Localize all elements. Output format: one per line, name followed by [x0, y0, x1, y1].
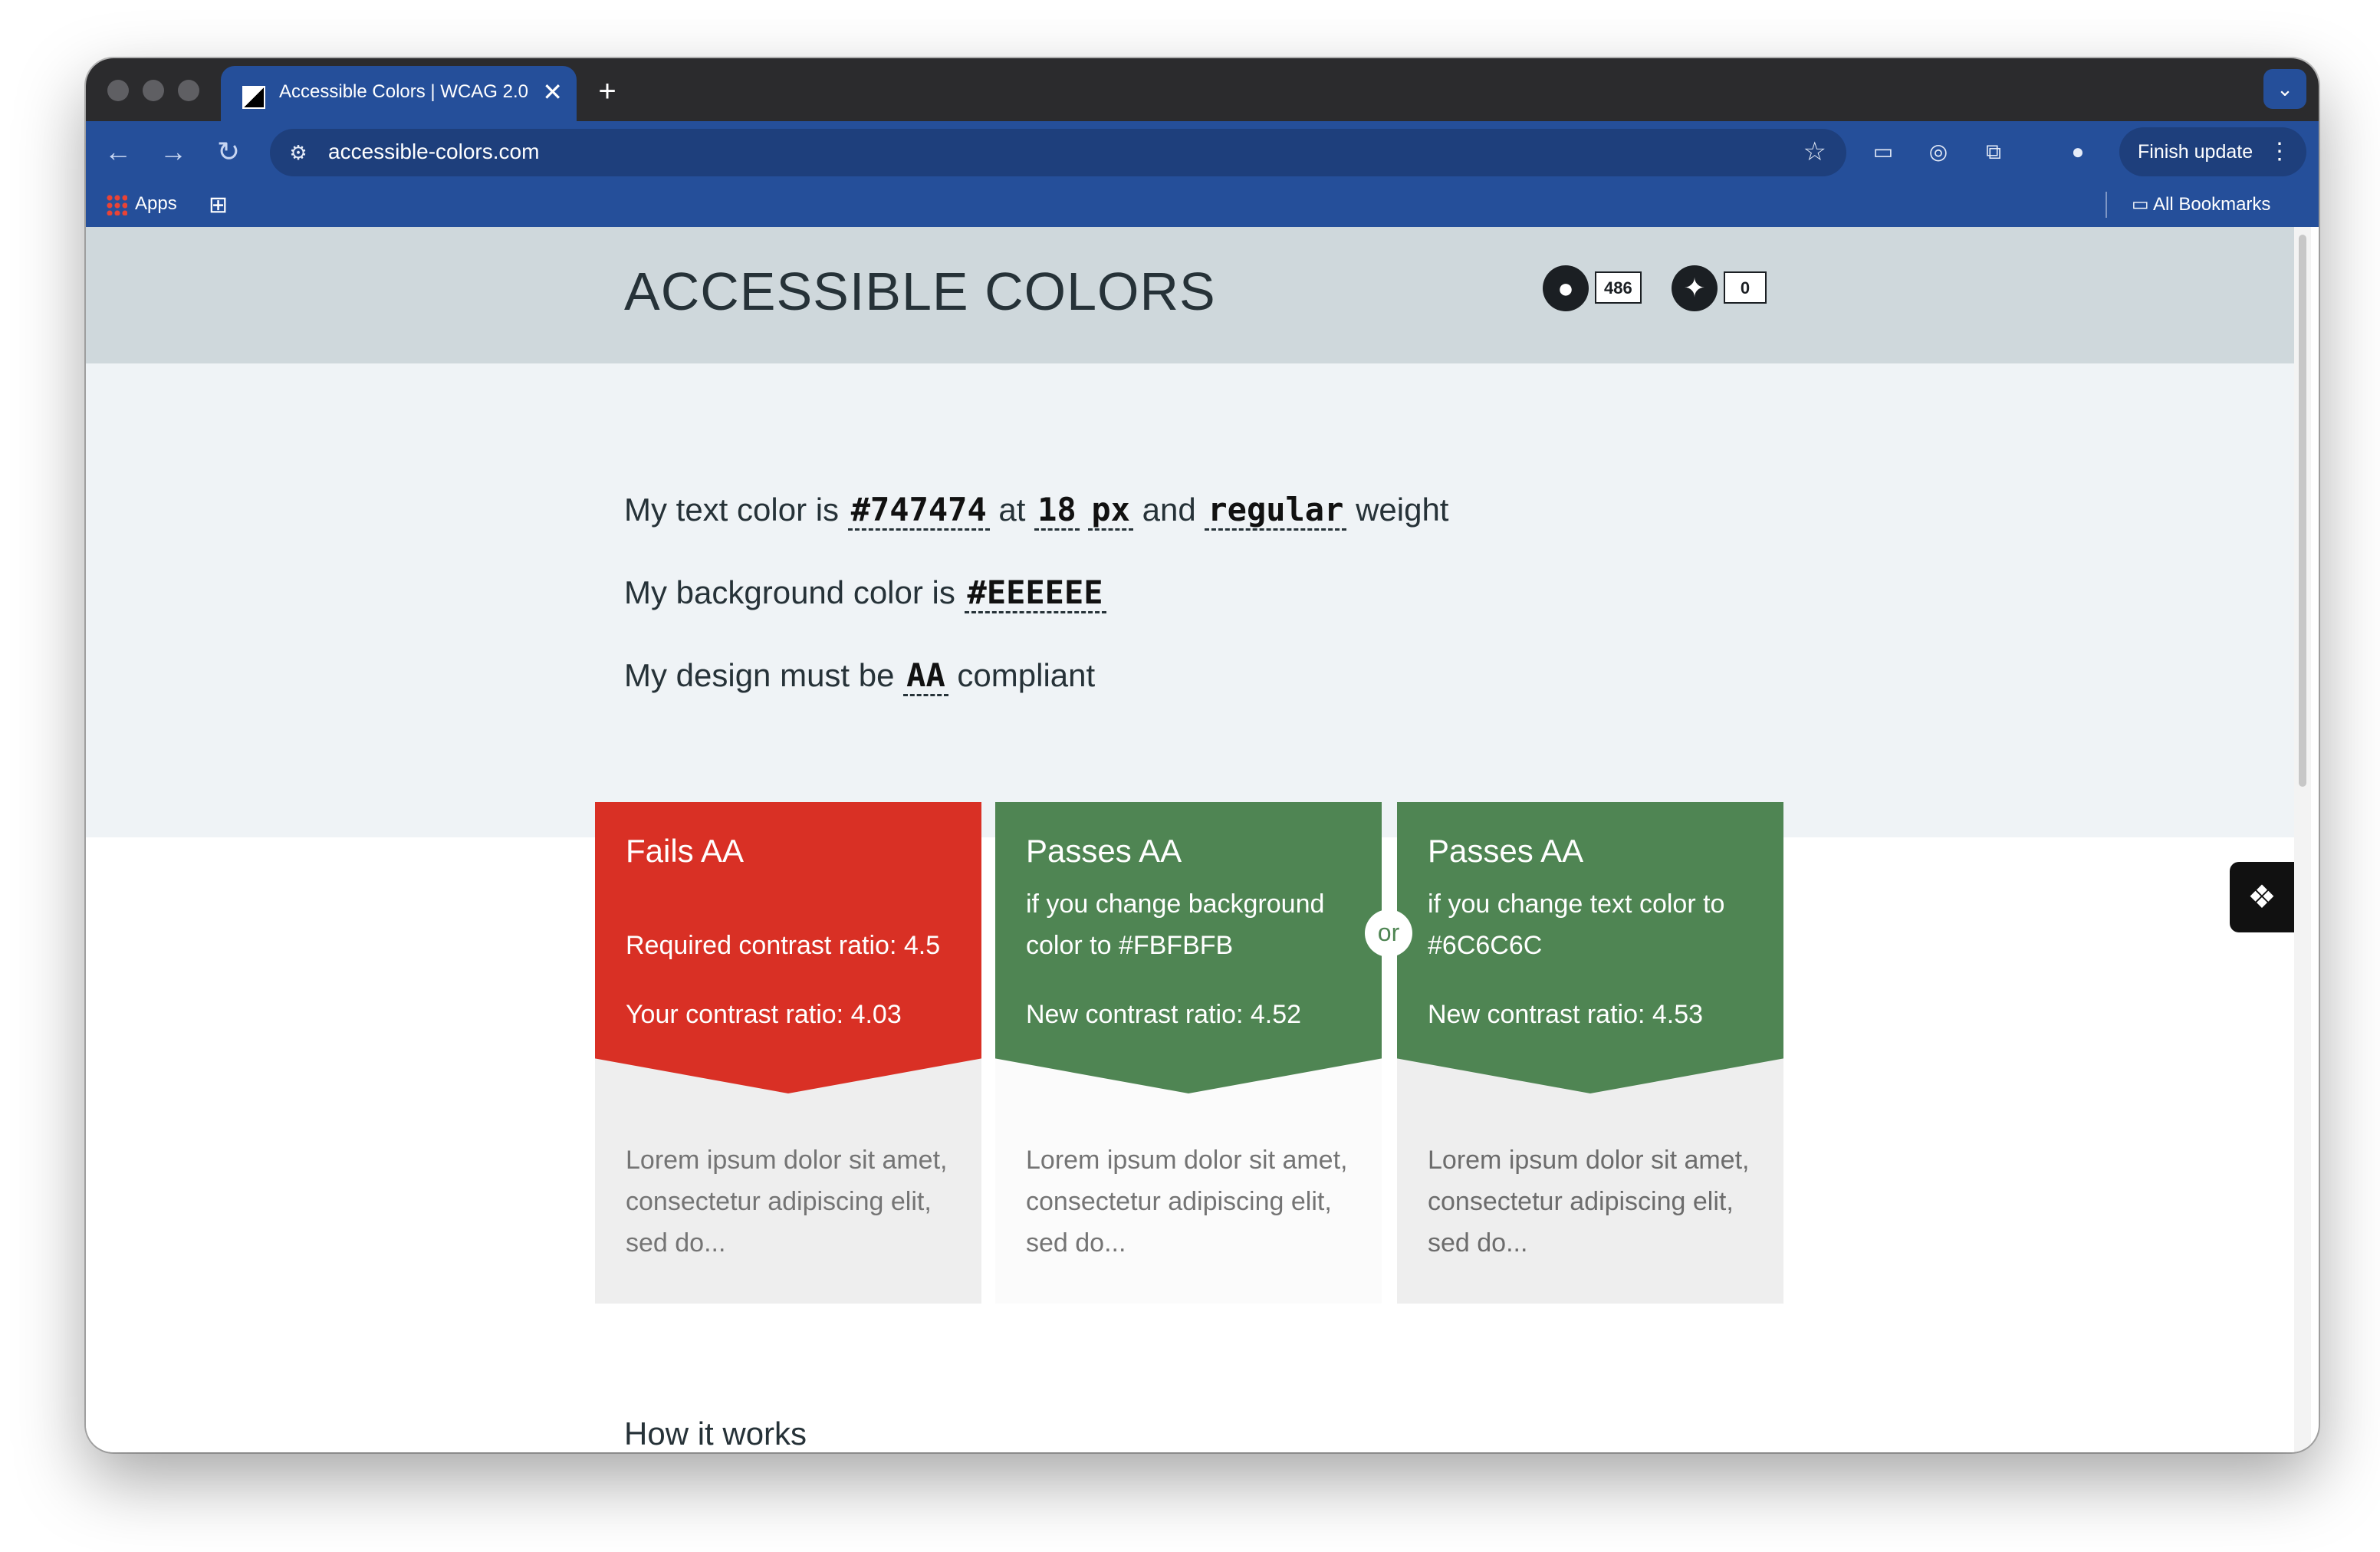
new-ratio: New contrast ratio: 4.52: [1026, 1000, 1302, 1029]
text-color-input[interactable]: #747474: [847, 491, 990, 531]
background-color-sentence: My background color is #EEEEEE: [624, 574, 1106, 613]
font-size-input[interactable]: 18: [1034, 491, 1080, 531]
result-banner: Fails AA Required contrast ratio: 4.5 Yo…: [595, 802, 981, 1093]
apps-grid-icon: [106, 193, 127, 215]
address-bar[interactable]: ⚙ accessible-colors.com ☆: [270, 129, 1846, 176]
your-ratio: Your contrast ratio: 4.03: [626, 1000, 902, 1029]
tab-accessible-colors[interactable]: Accessible Colors | WCAG 2.0 ✕: [221, 66, 577, 121]
close-window-button[interactable]: [107, 80, 129, 101]
back-arrow-icon[interactable]: ←: [100, 133, 136, 170]
result-heading: Fails AA: [626, 833, 745, 869]
tab-groups-icon[interactable]: ⊞: [209, 192, 228, 219]
browser-toolbar: ← → ↻ ⚙ accessible-colors.com ☆ ▭ ◎ ⧉ ● …: [86, 121, 2319, 182]
sentence-text: at: [998, 492, 1026, 528]
floating-widget-icon[interactable]: ❖: [2230, 862, 2294, 932]
result-card-background-fix: Passes AA if you change background color…: [995, 802, 1382, 1304]
sentence-text: compliant: [957, 657, 1096, 693]
suggestion-text: if you change background color to #FBFBF…: [1026, 889, 1325, 960]
extensions-puzzle-icon[interactable]: ⧉: [1980, 138, 2007, 166]
scrollbar-thumb[interactable]: [2299, 235, 2306, 787]
url-text[interactable]: accessible-colors.com: [328, 140, 539, 164]
site-header: ACCESSIBLE COLORS ● 486 ✦ 0: [86, 227, 2294, 363]
preview-text: Lorem ipsum dolor sit amet, consectetur …: [1026, 1146, 1348, 1258]
more-menu-icon[interactable]: ⋮: [2268, 127, 2291, 176]
settings-form: [86, 363, 2294, 837]
site-settings-icon[interactable]: ⚙: [285, 140, 311, 166]
new-ratio: New contrast ratio: 4.53: [1428, 1000, 1704, 1029]
finish-update-button[interactable]: Finish update ⋮: [2119, 127, 2306, 176]
bookmark-apps-label: Apps: [135, 193, 177, 214]
forward-arrow-icon[interactable]: →: [155, 133, 192, 170]
page-title: ACCESSIBLE COLORS: [624, 261, 1216, 321]
github-icon[interactable]: ●: [1543, 265, 1589, 311]
bookmarks-bar: Apps ⊞ ▭ All Bookmarks: [86, 182, 2319, 227]
cast-icon[interactable]: ▭: [1869, 138, 1897, 166]
suggestion-text: if you change text color to #6C6C6C: [1428, 889, 1725, 960]
or-badge: or: [1365, 909, 1412, 957]
new-tab-button[interactable]: +: [589, 74, 626, 110]
preview-text: Lorem ipsum dolor sit amet, consectetur …: [1428, 1146, 1750, 1258]
result-banner: Passes AA if you change text color to #6…: [1397, 802, 1783, 1093]
bookmark-star-icon[interactable]: ☆: [1803, 135, 1826, 169]
preview-text: Lorem ipsum dolor sit amet, consectetur …: [626, 1146, 948, 1258]
browser-window: Accessible Colors | WCAG 2.0 ✕ + ⌄ ← → ↻…: [86, 58, 2319, 1452]
extension-circle-icon[interactable]: ◎: [1925, 138, 1952, 166]
twitter-icon[interactable]: ✦: [1672, 265, 1718, 311]
maximize-window-button[interactable]: [178, 80, 199, 101]
reload-icon[interactable]: ↻: [210, 133, 247, 170]
tab-search-button[interactable]: ⌄: [2263, 69, 2306, 109]
result-banner: Passes AA if you change background color…: [995, 802, 1382, 1093]
twitter-share-count[interactable]: 0: [1724, 271, 1767, 304]
page-scrollbar[interactable]: [2294, 227, 2311, 1452]
compliance-sentence: My design must be AA compliant: [624, 656, 1096, 696]
sentence-text: My text color is: [624, 492, 840, 528]
text-color-sentence: My text color is #747474 at 18 px and re…: [624, 491, 1449, 531]
sentence-text: My design must be: [624, 657, 895, 693]
sentence-text: and: [1142, 492, 1196, 528]
site-favicon-icon: [242, 86, 265, 109]
background-color-input[interactable]: #EEEEEE: [964, 574, 1106, 613]
bookmarks-divider: [2106, 192, 2107, 218]
result-card-fails: Fails AA Required contrast ratio: 4.5 Yo…: [595, 802, 981, 1304]
result-heading: Passes AA: [1428, 833, 1584, 869]
bookmark-apps[interactable]: Apps: [106, 193, 177, 215]
all-bookmarks-button[interactable]: ▭ All Bookmarks: [2132, 193, 2270, 215]
minimize-window-button[interactable]: [143, 80, 164, 101]
profile-avatar-icon[interactable]: ●: [2064, 138, 2092, 166]
page-content: ACCESSIBLE COLORS ● 486 ✦ 0 My text colo…: [86, 227, 2294, 1452]
results-cards: Fails AA Required contrast ratio: 4.5 Yo…: [595, 802, 1783, 1304]
compliance-level-select[interactable]: AA: [903, 656, 948, 696]
tab-title: Accessible Colors | WCAG 2.0: [279, 81, 528, 102]
tab-close-icon[interactable]: ✕: [542, 77, 563, 107]
result-heading: Passes AA: [1026, 833, 1182, 869]
finish-update-label: Finish update: [2138, 141, 2253, 163]
font-weight-select[interactable]: regular: [1205, 491, 1347, 531]
sentence-text: weight: [1356, 492, 1449, 528]
how-it-works-heading: How it works: [624, 1416, 807, 1452]
font-unit-select[interactable]: px: [1088, 491, 1133, 531]
all-bookmarks-label: All Bookmarks: [2153, 194, 2271, 215]
required-ratio: Required contrast ratio: 4.5: [626, 931, 941, 960]
result-card-text-fix: Passes AA if you change text color to #6…: [1397, 802, 1783, 1304]
github-star-count[interactable]: 486: [1595, 271, 1642, 304]
sentence-text: My background color is: [624, 574, 955, 610]
title-bar: Accessible Colors | WCAG 2.0 ✕ + ⌄: [86, 58, 2319, 121]
folder-icon: ▭: [2132, 194, 2154, 215]
